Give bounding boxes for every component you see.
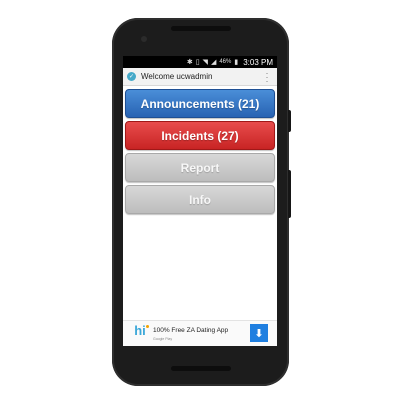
app-title: Welcome ucwadmin xyxy=(141,72,213,81)
ad-logo-icon: hi xyxy=(133,322,149,343)
incidents-button[interactable]: Incidents (27) xyxy=(125,121,275,150)
announcements-button[interactable]: Announcements (21) xyxy=(125,89,275,118)
download-icon[interactable]: ⬇ xyxy=(250,324,268,342)
ad-title: 100% Free ZA Dating App xyxy=(153,326,229,334)
vibrate-icon: ▯ xyxy=(195,59,200,66)
info-button[interactable]: Info xyxy=(125,185,275,214)
power-button xyxy=(288,110,291,132)
status-bar: ✱ ▯ ◥ ◢ 46% ▮ 3:03 PM xyxy=(123,56,277,68)
report-label: Report xyxy=(180,160,220,175)
battery-percent: 46% xyxy=(219,59,232,65)
ad-logo-letters: hi xyxy=(134,322,146,338)
signal-icon: ◢ xyxy=(210,59,217,66)
ad-text: 100% Free ZA Dating App Google Play xyxy=(153,327,228,341)
report-button[interactable]: Report xyxy=(125,153,275,182)
bottom-speaker xyxy=(171,366,231,371)
battery-icon: ▮ xyxy=(234,59,239,66)
app-logo-icon: ✓ xyxy=(127,72,136,81)
ad-store-label: Google Play xyxy=(153,336,173,341)
front-camera xyxy=(141,36,147,42)
volume-button xyxy=(288,170,291,218)
info-label: Info xyxy=(189,192,211,207)
ad-banner[interactable]: hi 100% Free ZA Dating App Google Play ⬇ xyxy=(123,320,277,346)
wifi-icon: ◥ xyxy=(202,59,208,66)
incidents-label: Incidents (27) xyxy=(161,128,239,143)
phone-screen: ✱ ▯ ◥ ◢ 46% ▮ 3:03 PM ✓ Welcome ucwadmin… xyxy=(123,56,277,346)
ad-logo-dot xyxy=(146,324,149,328)
top-speaker xyxy=(171,26,231,31)
overflow-menu-icon[interactable]: · · · xyxy=(265,69,269,86)
main-menu: Announcements (21) Incidents (27) Report… xyxy=(123,86,277,214)
app-bar: ✓ Welcome ucwadmin · · · xyxy=(123,68,277,86)
status-time: 3:03 PM xyxy=(243,57,273,67)
bluetooth-icon: ✱ xyxy=(186,59,193,66)
announcements-label: Announcements (21) xyxy=(140,96,260,111)
